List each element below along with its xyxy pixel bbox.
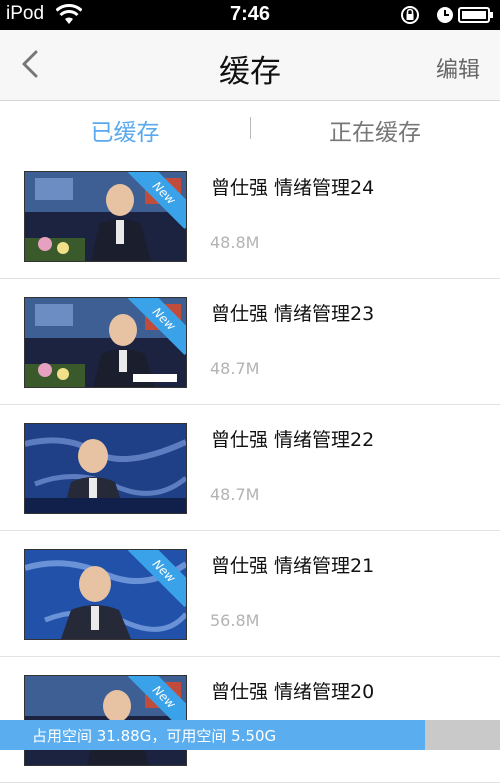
video-title: 曾仕强 情绪管理22 xyxy=(211,429,375,451)
storage-usage-text: 占用空间 31.88G，可用空间 5.50G xyxy=(32,727,277,745)
tab-downloaded[interactable]: 已缓存 xyxy=(0,113,250,147)
video-size: 56.8M xyxy=(210,611,260,630)
video-thumbnail: New xyxy=(24,171,187,262)
video-thumbnail xyxy=(24,423,187,514)
cached-video-list: New 曾仕强 情绪管理24 48.8M New 曾仕强 情绪管理23 48.7… xyxy=(0,153,500,783)
video-size: 48.7M xyxy=(210,485,260,504)
video-size: 48.8M xyxy=(210,233,260,252)
page-title: 缓存 xyxy=(219,54,281,90)
video-thumbnail: New xyxy=(24,297,187,388)
video-title: 曾仕强 情绪管理24 xyxy=(211,177,375,199)
list-item[interactable]: New 曾仕强 情绪管理21 56.8M xyxy=(0,531,500,657)
list-item[interactable]: New 曾仕强 情绪管理23 48.7M xyxy=(0,279,500,405)
clock-time: 7:46 xyxy=(229,3,271,25)
navigation-bar: 缓存 编辑 xyxy=(0,30,500,101)
orientation-lock-icon xyxy=(401,6,419,24)
storage-usage-bar: 占用空间 31.88G，可用空间 5.50G xyxy=(0,720,500,750)
video-title: 曾仕强 情绪管理21 xyxy=(211,555,375,577)
alarm-icon xyxy=(437,7,453,23)
video-title: 曾仕强 情绪管理20 xyxy=(211,681,375,703)
tab-downloading[interactable]: 正在缓存 xyxy=(250,113,500,147)
video-size: 48.7M xyxy=(210,359,260,378)
tab-bar: 已缓存 正在缓存 xyxy=(0,101,500,154)
edit-button[interactable]: 编辑 xyxy=(436,52,480,84)
list-item[interactable]: New 曾仕强 情绪管理24 48.8M xyxy=(0,153,500,279)
battery-icon xyxy=(458,7,493,23)
list-item[interactable]: 曾仕强 情绪管理22 48.7M xyxy=(0,405,500,531)
status-bar: iPod 7:46 xyxy=(0,0,500,30)
video-thumbnail: New xyxy=(24,549,187,640)
video-title: 曾仕强 情绪管理23 xyxy=(211,303,375,325)
